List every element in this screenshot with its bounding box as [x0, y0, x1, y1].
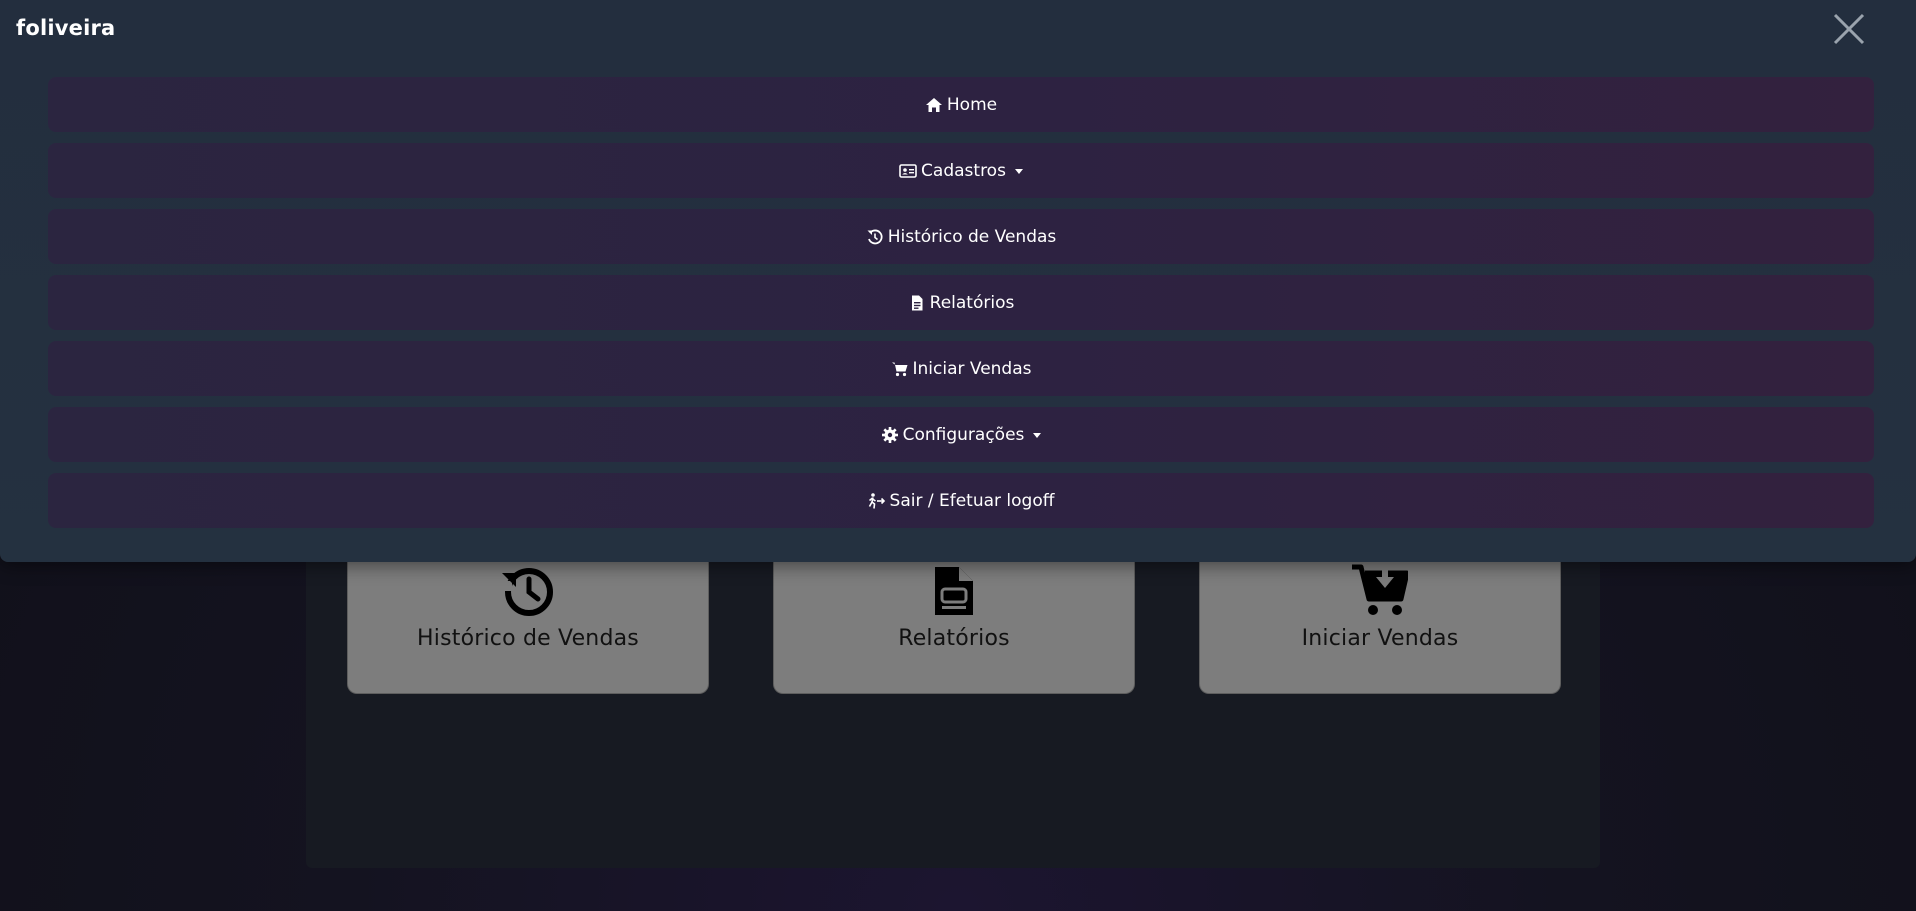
chevron-down-icon [1033, 433, 1042, 438]
menu-item-configuracoes[interactable]: Configurações [48, 407, 1874, 462]
card-label: Histórico de Vendas [417, 626, 639, 651]
exit-icon [868, 492, 885, 509]
menu-item-sair[interactable]: Sair / Efetuar logoff [48, 473, 1874, 528]
menu-item-relatorios[interactable]: Relatórios [48, 275, 1874, 330]
menu-item-label: Cadastros [921, 160, 1006, 181]
card-label: Iniciar Vendas [1301, 626, 1459, 651]
menu-item-home[interactable]: Home [48, 77, 1874, 132]
cart-icon [891, 362, 907, 376]
gear-icon [881, 426, 898, 443]
home-icon [925, 97, 942, 112]
brand-title: foliveira [16, 16, 116, 40]
card-historico-vendas[interactable]: Histórico de Vendas [347, 540, 709, 694]
history-icon [500, 568, 553, 616]
navigation-overlay: foliveira Home Cadastros Histórico de Ve… [0, 0, 1916, 562]
menu-item-historico-vendas[interactable]: Histórico de Vendas [48, 209, 1874, 264]
card-iniciar-vendas[interactable]: Iniciar Vendas [1199, 540, 1561, 694]
menu-item-label: Home [946, 94, 998, 115]
chevron-down-icon [1014, 169, 1023, 174]
file-icon [935, 567, 973, 615]
file-icon [911, 295, 923, 310]
history-icon [867, 229, 883, 244]
nav-menu: Home Cadastros Histórico de Vendas Relat… [48, 77, 1874, 539]
close-icon[interactable] [1832, 12, 1866, 46]
menu-item-label: Histórico de Vendas [887, 226, 1057, 247]
menu-item-label: Sair / Efetuar logoff [889, 490, 1055, 511]
menu-item-cadastros[interactable]: Cadastros [48, 143, 1874, 198]
menu-item-label: Iniciar Vendas [912, 358, 1032, 379]
menu-item-label: Relatórios [929, 292, 1015, 313]
id-card-icon [899, 163, 917, 178]
card-label: Relatórios [898, 626, 1010, 651]
cart-download-icon [1352, 564, 1408, 615]
card-relatorios[interactable]: Relatórios [773, 540, 1135, 694]
menu-item-iniciar-vendas[interactable]: Iniciar Vendas [48, 341, 1874, 396]
menu-item-label: Configurações [902, 424, 1025, 445]
